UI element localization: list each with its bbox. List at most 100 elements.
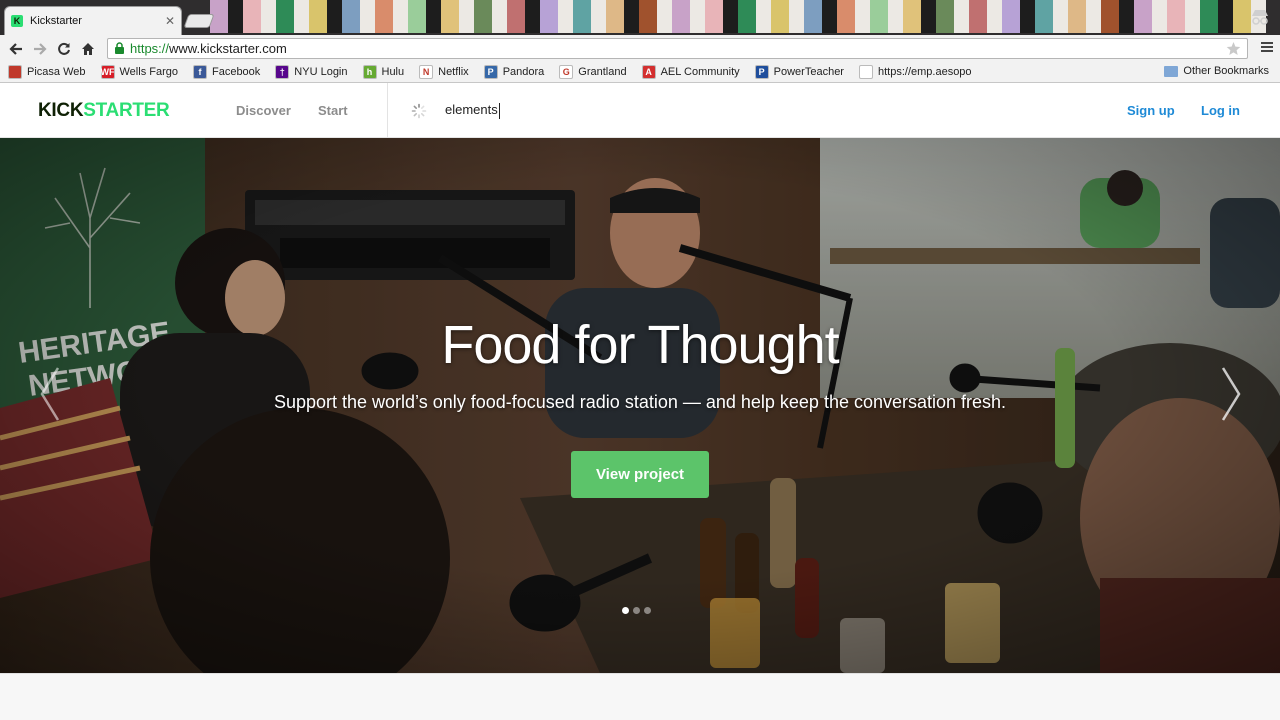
decorative-stripe <box>672 0 690 33</box>
view-project-button[interactable]: View project <box>571 451 709 498</box>
hero-title: Food for Thought <box>441 315 839 375</box>
site-header: KICKSTARTER Discover Start elements Sign… <box>0 83 1280 138</box>
log-in-link[interactable]: Log in <box>1201 103 1240 118</box>
carousel-dot[interactable] <box>622 607 629 614</box>
powerteacher-icon: P <box>754 65 769 79</box>
back-button[interactable] <box>4 37 28 61</box>
decorative-stripe-gap <box>855 0 870 33</box>
nav-start[interactable]: Start <box>318 103 348 118</box>
decorative-stripe-gap <box>393 0 408 33</box>
decorative-stripe <box>276 0 294 33</box>
decorative-stripe-gap <box>657 0 672 33</box>
decorative-stripe <box>573 0 591 33</box>
decorative-stripe <box>309 0 327 33</box>
decorative-stripe <box>771 0 789 33</box>
netflix-icon: N <box>419 65 434 79</box>
bookmark-label: Wells Fargo <box>119 66 178 78</box>
kickstarter-logo[interactable]: KICKSTARTER <box>38 100 170 122</box>
bookmark-label: NYU Login <box>294 66 348 78</box>
other-bookmarks[interactable]: Other Bookmarks <box>1164 65 1269 77</box>
decorative-stripe <box>1167 0 1185 33</box>
browser-menu-icon[interactable] <box>1260 40 1274 54</box>
logo-starter: STARTER <box>83 100 170 121</box>
decorative-stripe-gap <box>1152 0 1167 33</box>
decorative-stripe-gap <box>1020 0 1035 33</box>
decorative-stripe-gap <box>1053 0 1068 33</box>
nav-discover[interactable]: Discover <box>236 103 291 118</box>
decorative-stripe-gap <box>1185 0 1200 33</box>
carousel-next-arrow-icon[interactable] <box>1219 364 1243 424</box>
bookmark-item[interactable]: N Netflix <box>419 65 469 79</box>
hero-subtitle: Support the world’s only food-focused ra… <box>273 392 1007 412</box>
bookmarks-list: Picasa Web WF Wells Fargo f Facebook † NYU Log… <box>8 65 987 79</box>
incognito-icon <box>1252 10 1268 25</box>
decorative-stripe-gap <box>426 0 441 33</box>
bookmark-item[interactable]: G Grantland <box>559 65 627 79</box>
bookmark-item[interactable]: f Facebook <box>192 65 261 79</box>
bookmark-item[interactable]: † NYU Login <box>275 65 348 79</box>
carousel-dot[interactable] <box>633 607 640 614</box>
decorative-stripe-gap <box>921 0 936 33</box>
hulu-icon: h <box>362 65 377 79</box>
tab-title: Kickstarter <box>30 15 82 27</box>
carousel-prev-arrow-icon[interactable] <box>38 364 62 424</box>
text-caret <box>499 103 500 119</box>
decorative-stripe-gap <box>690 0 705 33</box>
bookmark-item[interactable]: P Pandora <box>483 65 545 79</box>
bookmark-item[interactable]: A AEL Community <box>641 65 740 79</box>
decorative-stripe <box>639 0 657 33</box>
back-arrow-icon <box>9 42 22 55</box>
carousel-dot[interactable] <box>644 607 651 614</box>
home-button[interactable] <box>76 37 100 61</box>
decorative-stripe <box>837 0 855 33</box>
bookmark-item[interactable]: h Hulu <box>362 65 405 79</box>
facebook-icon: f <box>192 65 207 79</box>
decorative-stripe-gap <box>624 0 639 33</box>
home-icon <box>82 42 94 55</box>
decorative-stripe-gap <box>492 0 507 33</box>
decorative-stripe-gap <box>360 0 375 33</box>
grantland-icon: G <box>559 65 574 79</box>
decorative-stripe <box>441 0 459 33</box>
nav-divider <box>387 83 388 138</box>
aesop-icon <box>858 65 873 79</box>
bookmark-label: https://emp.aesopo <box>877 66 972 78</box>
bookmark-label: AEL Community <box>660 66 740 78</box>
decorative-stripe-gap <box>822 0 837 33</box>
search-input[interactable]: elements <box>445 102 745 117</box>
bookmark-label: Netflix <box>438 66 469 78</box>
logo-kick: KICK <box>38 100 84 121</box>
decorative-stripe-gap <box>459 0 474 33</box>
other-bookmarks-label: Other Bookmarks <box>1183 65 1269 77</box>
sign-up-link[interactable]: Sign up <box>1127 103 1175 118</box>
nyu-icon: † <box>275 65 290 79</box>
decorative-stripe-gap <box>1119 0 1134 33</box>
tab-close-icon[interactable]: ✕ <box>165 14 175 28</box>
bookmark-item[interactable]: Picasa Web <box>8 65 86 79</box>
decorative-stripe <box>1200 0 1218 33</box>
address-bar[interactable]: https://www.kickstarter.com <box>107 38 1248 59</box>
decorative-stripe-gap <box>888 0 903 33</box>
decorative-stripe <box>1035 0 1053 33</box>
reload-button[interactable] <box>52 37 76 61</box>
decorative-stripe <box>705 0 723 33</box>
bookmark-item[interactable]: WF Wells Fargo <box>100 65 178 79</box>
bookmark-item[interactable]: P PowerTeacher <box>754 65 844 79</box>
ael-icon: A <box>641 65 656 79</box>
bookmark-label: Facebook <box>211 66 261 78</box>
browser-tab-strip: K Kickstarter ✕ <box>0 0 1280 35</box>
new-tab-button[interactable] <box>183 14 215 28</box>
decorative-stripe <box>969 0 987 33</box>
decorative-stripe-gap <box>261 0 276 33</box>
reload-icon <box>58 42 70 55</box>
decorative-stripe-gap <box>558 0 573 33</box>
decorative-stripe <box>903 0 921 33</box>
bookmark-star-icon[interactable] <box>1226 41 1241 56</box>
bookmark-label: Pandora <box>502 66 545 78</box>
bookmark-label: Hulu <box>381 66 405 78</box>
forward-button[interactable] <box>28 37 52 61</box>
decorative-stripe <box>507 0 525 33</box>
url-scheme: https:// <box>130 41 170 56</box>
bookmark-item[interactable]: https://emp.aesopo <box>858 65 972 79</box>
browser-tab[interactable]: K Kickstarter ✕ <box>4 6 182 35</box>
